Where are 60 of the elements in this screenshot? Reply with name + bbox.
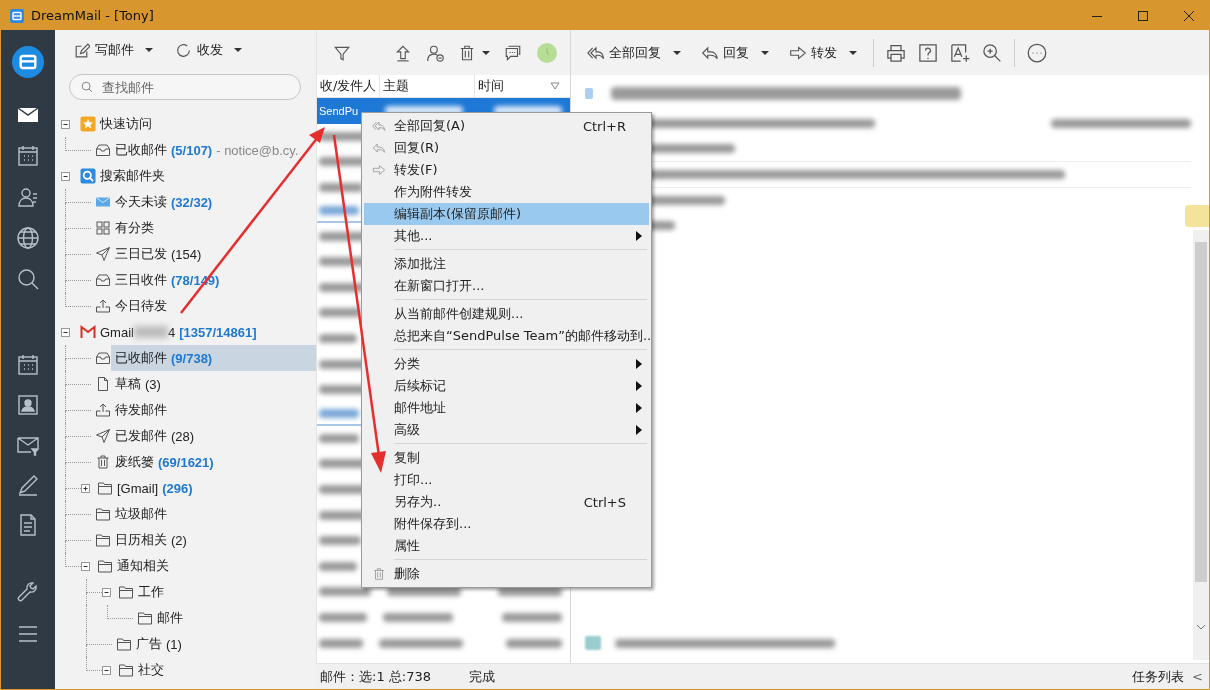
menu-item-label: 打印... [394, 471, 433, 489]
folder-label: 已收邮件 [115, 349, 167, 367]
folder-label: 废纸篓 [115, 453, 154, 471]
folder-label: 三日已发 [115, 245, 167, 263]
sender-name: SendPu [319, 104, 360, 117]
menu-item-label: 后续标记 [394, 377, 446, 395]
folder-label: 工作 [138, 583, 164, 601]
window-title: DreamMail - [Tony] [31, 8, 154, 23]
folder-label: 垃圾邮件 [115, 505, 167, 523]
menu-item-label: 另存为.. [394, 493, 442, 511]
menu-item-label: 复制 [394, 449, 420, 467]
folder-label: [Gmail] [117, 480, 159, 496]
folder-label: 三日收件 [115, 271, 167, 289]
folder-label: 有分类 [115, 219, 154, 237]
menu-item-label: 回复(R) [394, 139, 440, 157]
folder-count: (5/107) [171, 142, 213, 158]
menu-item-label: 其他... [394, 227, 433, 245]
folder-count: [1357/14861] [179, 324, 257, 340]
folder-label: 日历相关 [115, 531, 167, 549]
menu-item-label: 属性 [394, 537, 420, 555]
folder-label: 4 [167, 324, 176, 340]
menu-item-label: 编辑副本(保留原邮件) [394, 205, 522, 223]
menu-item-label: 转发(F) [394, 161, 438, 179]
folder-count: (1) [166, 636, 182, 652]
folder-count: (2) [171, 532, 187, 548]
folder-label: 草稿 [115, 375, 141, 393]
menu-item-label: 高级 [394, 421, 420, 439]
folder-label: 已发邮件 [115, 427, 167, 445]
folder-label: 通知相关 [117, 557, 169, 575]
folder-label: 邮件 [157, 609, 183, 627]
folder-label: 搜索邮件夹 [100, 167, 165, 185]
menu-item-label: 附件保存到... [394, 515, 472, 533]
menu-item-label: 删除 [394, 565, 420, 583]
folder-label: 今天未读 [115, 193, 167, 211]
folder-label: Gmail [100, 324, 134, 340]
menu-item-label: 作为附件转发 [394, 183, 472, 201]
folder-label: 社交 [138, 661, 164, 679]
menu-item-label: 总把来自“SendPulse Team”的邮件移动到.. [394, 327, 652, 345]
menu-item-label: 添加批注 [394, 255, 446, 273]
folder-count: (3) [145, 376, 161, 392]
folder-label: 今日待发 [115, 297, 167, 315]
menu-item-label: 邮件地址 [394, 399, 446, 417]
menu-item-label: 在新窗口打开... [394, 277, 485, 295]
account-address: - notice@b.cy. [216, 142, 299, 158]
folder-label: 已收邮件 [115, 141, 167, 159]
menu-item-label: 从当前邮件创建规则... [394, 305, 524, 323]
status-text: 邮件：选:1 总:738 [320, 667, 431, 686]
folder-count: (9/738) [171, 350, 213, 366]
status-text: 完成 [469, 667, 495, 686]
shortcut-text: Ctrl+R [582, 118, 626, 134]
shortcut-text: Ctrl+S [583, 494, 626, 510]
folder-count: (296) [162, 480, 193, 496]
folder-count: (32/32) [171, 194, 213, 210]
folder-label: 广告 [136, 635, 162, 653]
folder-count: (154) [171, 246, 202, 262]
menu-item-label: 分类 [394, 355, 420, 373]
folder-count: (28) [171, 428, 195, 444]
folder-label: 待发邮件 [115, 401, 167, 419]
folder-label: 快速访问 [100, 115, 152, 133]
folder-count: (69/1621) [158, 454, 214, 470]
